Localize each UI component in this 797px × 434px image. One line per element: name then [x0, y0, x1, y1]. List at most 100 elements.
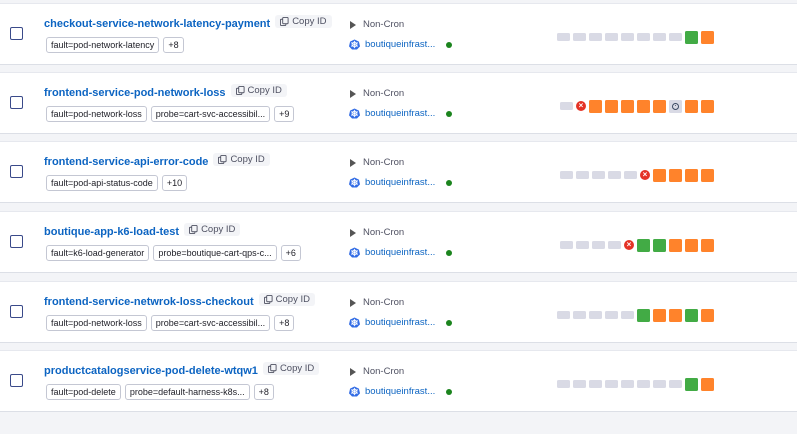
kubernetes-icon	[349, 317, 360, 328]
run-success[interactable]	[637, 308, 650, 322]
infrastructure-link[interactable]: boutiqueinfrast...	[365, 317, 435, 328]
copy-icon	[218, 155, 227, 164]
run-failed[interactable]	[669, 238, 682, 252]
more-tags-badge[interactable]: +8	[163, 37, 184, 53]
status-dot-icon	[446, 249, 453, 256]
copy-icon	[280, 17, 289, 26]
infrastructure[interactable]: boutiqueinfrast...	[349, 39, 453, 50]
run-failed[interactable]	[701, 238, 714, 252]
experiment-name-link[interactable]: frontend-service-netwrok-loss-checkout Co…	[44, 293, 315, 308]
copy-id-button[interactable]: Copy ID	[213, 153, 270, 166]
row-checkbox[interactable]	[10, 96, 23, 109]
experiment-row[interactable]: checkout-service-network-latency-payment…	[0, 3, 797, 65]
infrastructure[interactable]: boutiqueinfrast...	[349, 317, 453, 328]
run-failed[interactable]	[653, 168, 666, 182]
run-empty	[573, 33, 586, 41]
run-failed[interactable]	[685, 168, 698, 182]
run-empty	[608, 241, 621, 249]
run-success[interactable]	[685, 308, 698, 322]
run-failed[interactable]	[685, 99, 698, 113]
experiment-name-text[interactable]: checkout-service-network-latency-payment	[44, 18, 270, 30]
run-empty	[605, 33, 618, 41]
experiment-name-text[interactable]: productcatalogservice-pod-delete-wtqw1	[44, 365, 258, 377]
copy-id-button[interactable]: Copy ID	[258, 293, 315, 306]
copy-id-label: Copy ID	[279, 363, 315, 374]
experiment-name-text[interactable]: frontend-service-netwrok-loss-checkout	[44, 296, 254, 308]
run-failed[interactable]	[701, 30, 714, 44]
copy-id-button[interactable]: Copy ID	[230, 84, 287, 97]
schedule-type: Non-Cron	[350, 157, 404, 168]
schedule-type: Non-Cron	[350, 366, 404, 377]
play-icon	[350, 367, 356, 376]
experiment-name-link[interactable]: frontend-service-pod-network-loss Copy ID	[44, 84, 287, 99]
infrastructure-link[interactable]: boutiqueinfrast...	[365, 108, 435, 119]
experiment-name-text[interactable]: frontend-service-api-error-code	[44, 156, 208, 168]
infrastructure-link[interactable]: boutiqueinfrast...	[365, 177, 435, 188]
run-error-icon[interactable]: ×	[576, 101, 586, 111]
run-error-icon[interactable]: ×	[624, 240, 634, 250]
infrastructure-link[interactable]: boutiqueinfrast...	[365, 247, 435, 258]
run-history: ×	[560, 168, 714, 182]
copy-id-button[interactable]: Copy ID	[184, 223, 241, 236]
run-failed[interactable]	[605, 99, 618, 113]
run-history	[557, 30, 714, 44]
run-failed[interactable]	[701, 377, 714, 391]
row-checkbox[interactable]	[10, 165, 23, 178]
experiment-name-text[interactable]: frontend-service-pod-network-loss	[44, 87, 226, 99]
copy-id-button[interactable]: Copy ID	[275, 15, 332, 28]
run-failed[interactable]	[701, 308, 714, 322]
more-tags-badge[interactable]: +9	[274, 106, 295, 122]
copy-icon	[267, 364, 277, 373]
run-empty	[653, 33, 666, 41]
run-failed[interactable]	[637, 99, 650, 113]
copy-icon	[235, 86, 245, 95]
infrastructure[interactable]: boutiqueinfrast...	[349, 247, 453, 258]
experiment-row[interactable]: boutique-app-k6-load-test Copy ID fault=k6…	[0, 211, 797, 273]
experiment-row[interactable]: frontend-service-api-error-code Copy ID fa…	[0, 141, 797, 203]
run-failed[interactable]	[669, 168, 682, 182]
run-failed[interactable]	[685, 238, 698, 252]
experiment-row[interactable]: frontend-service-netwrok-loss-checkout Co…	[0, 281, 797, 343]
run-failed[interactable]	[701, 168, 714, 182]
experiment-name-link[interactable]: checkout-service-network-latency-payment…	[44, 15, 332, 30]
experiment-name-link[interactable]: frontend-service-api-error-code Copy ID	[44, 153, 270, 168]
infrastructure[interactable]: boutiqueinfrast...	[349, 108, 453, 119]
run-success[interactable]	[685, 30, 698, 44]
run-success[interactable]	[685, 377, 698, 391]
experiment-name-link[interactable]: boutique-app-k6-load-test Copy ID	[44, 223, 241, 238]
row-checkbox[interactable]	[10, 374, 23, 387]
run-failed[interactable]	[653, 308, 666, 322]
more-tags-badge[interactable]: +6	[280, 245, 301, 261]
row-checkbox[interactable]	[10, 305, 23, 318]
run-success[interactable]	[653, 238, 666, 252]
experiment-name-link[interactable]: productcatalogservice-pod-delete-wtqw1 Co…	[44, 362, 320, 377]
row-checkbox[interactable]	[10, 235, 23, 248]
run-failed[interactable]	[669, 308, 682, 322]
infrastructure[interactable]: boutiqueinfrast...	[349, 177, 453, 188]
schedule-type: Non-Cron	[350, 227, 404, 238]
row-checkbox[interactable]	[10, 27, 23, 40]
kubernetes-icon	[349, 247, 360, 258]
run-failed[interactable]	[589, 99, 602, 113]
run-empty	[589, 311, 602, 319]
copy-id-button[interactable]: Copy ID	[262, 362, 320, 375]
run-failed[interactable]	[621, 99, 634, 113]
experiment-row[interactable]: productcatalogservice-pod-delete-wtqw1 Co…	[0, 350, 797, 412]
run-failed[interactable]	[701, 99, 714, 113]
run-empty	[637, 380, 650, 388]
run-empty	[576, 171, 589, 179]
run-running-icon[interactable]	[669, 99, 682, 113]
infrastructure[interactable]: boutiqueinfrast...	[349, 386, 453, 397]
more-tags-badge[interactable]: +8	[274, 315, 295, 331]
tag-list: fault=pod-network-latency +8	[46, 37, 184, 53]
more-tags-badge[interactable]: +8	[253, 384, 274, 400]
infrastructure-link[interactable]: boutiqueinfrast...	[365, 386, 435, 397]
experiment-name-text[interactable]: boutique-app-k6-load-test	[44, 226, 179, 238]
experiment-row[interactable]: frontend-service-pod-network-loss Copy ID…	[0, 72, 797, 134]
run-success[interactable]	[637, 238, 650, 252]
infrastructure-link[interactable]: boutiqueinfrast...	[365, 39, 435, 50]
more-tags-badge[interactable]: +10	[161, 175, 188, 191]
run-error-icon[interactable]: ×	[640, 170, 650, 180]
run-empty	[592, 241, 605, 249]
run-failed[interactable]	[653, 99, 666, 113]
